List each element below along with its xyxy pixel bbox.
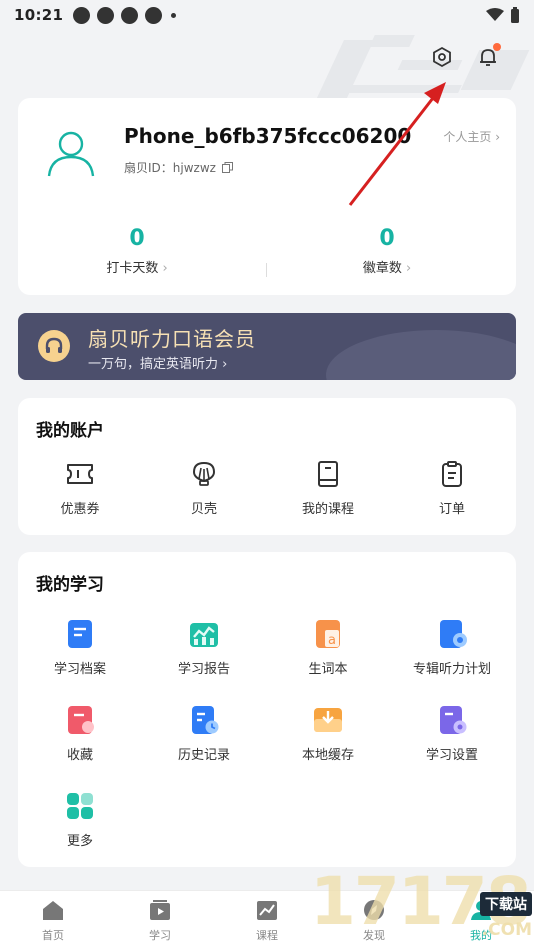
notification-icon: [145, 6, 163, 24]
user-id-value: hjwzwz: [172, 161, 216, 175]
tab-study-label: 学习: [149, 929, 171, 942]
avatar-icon[interactable]: [46, 128, 96, 178]
tab-course[interactable]: 课程: [227, 899, 307, 943]
badges-label: 徽章数: [362, 261, 402, 276]
archive-icon: [68, 620, 92, 648]
study-archive-label: 学习档案: [53, 662, 106, 677]
report-chart-icon: [190, 623, 218, 647]
tab-home-label: 首页: [42, 929, 64, 942]
battery-icon: [511, 6, 519, 23]
vocabulary-book-label: 生词本: [308, 662, 348, 677]
checkin-days-stat[interactable]: 0 打卡天数 ›: [62, 226, 212, 276]
clipboard-icon: [442, 461, 462, 487]
user-id-row: 扇贝ID：hjwzwz: [124, 159, 233, 176]
more-notifications-dot: [171, 12, 177, 18]
study-settings-item[interactable]: 学习设置: [390, 704, 514, 763]
favorite-icon: [68, 706, 94, 734]
copy-icon[interactable]: [221, 162, 233, 173]
profile-card: Phone_b6fb375fccc06200 扇贝ID：hjwzwz 个人主页 …: [18, 98, 516, 295]
listening-plan-item[interactable]: 专辑听力计划: [390, 618, 514, 677]
history-icon: [192, 706, 219, 734]
vocabulary-book-item[interactable]: a 生词本: [266, 618, 390, 677]
more-grid-icon: [67, 793, 93, 819]
status-time: 10:21: [14, 6, 64, 24]
chevron-right-icon: ›: [162, 261, 168, 276]
checkin-days-label: 打卡天数: [106, 261, 159, 276]
my-courses-item[interactable]: 我的课程: [266, 458, 390, 517]
chevron-right-icon: ›: [495, 130, 500, 144]
stat-divider: [266, 263, 267, 277]
course-icon: [257, 901, 277, 920]
homepage-link[interactable]: 个人主页 ›: [443, 128, 500, 145]
study-settings-icon: [440, 706, 467, 734]
tab-course-label: 课程: [256, 929, 278, 942]
account-section: 我的账户 优惠券 贝壳 我的课程 订单: [18, 398, 516, 535]
favorites-label: 收藏: [66, 748, 93, 763]
tab-study[interactable]: 学习: [120, 899, 200, 943]
study-settings-label: 学习设置: [425, 748, 478, 763]
notification-icon: [97, 6, 115, 24]
history-item[interactable]: 历史记录: [142, 704, 266, 763]
more-item[interactable]: 更多: [18, 790, 142, 849]
study-report-item[interactable]: 学习报告: [142, 618, 266, 677]
notification-badge: [493, 43, 501, 51]
homepage-link-label: 个人主页: [443, 130, 492, 144]
tab-profile-label: 我的: [470, 929, 492, 942]
local-cache-item[interactable]: 本地缓存: [266, 704, 390, 763]
username: Phone_b6fb375fccc06200: [124, 124, 412, 148]
chevron-right-icon: ›: [222, 357, 228, 372]
wifi-icon: [486, 8, 504, 21]
coupon-item[interactable]: 优惠券: [18, 458, 142, 517]
orders-label: 订单: [438, 502, 465, 517]
ticket-icon: [67, 464, 93, 484]
study-archive-item[interactable]: 学习档案: [18, 618, 142, 677]
notifications-button[interactable]: [472, 40, 504, 74]
bottom-tab-bar: 首页 学习 课程 发现 我的: [0, 890, 534, 950]
listening-plan-label: 专辑听力计划: [412, 662, 491, 677]
local-cache-label: 本地缓存: [301, 748, 354, 763]
tab-discover[interactable]: 发现: [334, 899, 414, 943]
study-title: 我的学习: [36, 575, 104, 595]
study-section: 我的学习 学习档案 学习报告 a 生词本 专辑听力计划 收藏 历史记录 本地缓存…: [18, 552, 516, 867]
badges-value: 0: [379, 226, 395, 251]
settings-hexagon-icon: [433, 46, 451, 68]
notification-icon: [73, 6, 91, 24]
history-label: 历史记录: [177, 748, 230, 763]
top-actions: [426, 40, 504, 74]
shell-icon: [192, 461, 216, 486]
vip-banner[interactable]: 扇贝听力口语会员 一万句，搞定英语听力 ›: [18, 313, 516, 380]
listening-plan-icon: [440, 620, 467, 648]
tab-profile[interactable]: 我的: [441, 899, 521, 943]
discover-icon: [364, 900, 384, 920]
badges-stat[interactable]: 0 徽章数 ›: [312, 226, 462, 276]
vocabulary-book-icon: a: [316, 620, 340, 648]
tab-discover-label: 发现: [363, 929, 385, 942]
status-bar: 10:21: [0, 0, 534, 30]
user-id-label: 扇贝ID：: [124, 161, 173, 175]
home-icon: [43, 901, 63, 920]
account-title: 我的账户: [36, 421, 104, 441]
checkin-days-value: 0: [129, 226, 145, 251]
my-courses-label: 我的课程: [301, 502, 354, 517]
favorites-item[interactable]: 收藏: [18, 704, 142, 763]
local-cache-icon: [314, 708, 342, 732]
headphones-icon: [38, 330, 70, 362]
shell-item[interactable]: 贝壳: [142, 458, 266, 517]
chevron-right-icon: ›: [405, 261, 412, 276]
coupon-label: 优惠券: [60, 502, 100, 517]
notification-icon: [121, 6, 139, 24]
orders-item[interactable]: 订单: [390, 458, 514, 517]
more-label: 更多: [66, 834, 93, 849]
study-icon: [150, 900, 170, 920]
vip-subtitle: 一万句，搞定英语听力: [88, 357, 219, 372]
profile-icon: [471, 901, 491, 920]
vip-title: 扇贝听力口语会员: [88, 327, 256, 351]
book-icon: [318, 461, 338, 487]
svg-text:a: a: [328, 633, 336, 648]
study-report-label: 学习报告: [177, 662, 230, 677]
tab-home[interactable]: 首页: [13, 899, 93, 943]
shell-label: 贝壳: [190, 502, 217, 517]
settings-button[interactable]: [426, 40, 458, 74]
